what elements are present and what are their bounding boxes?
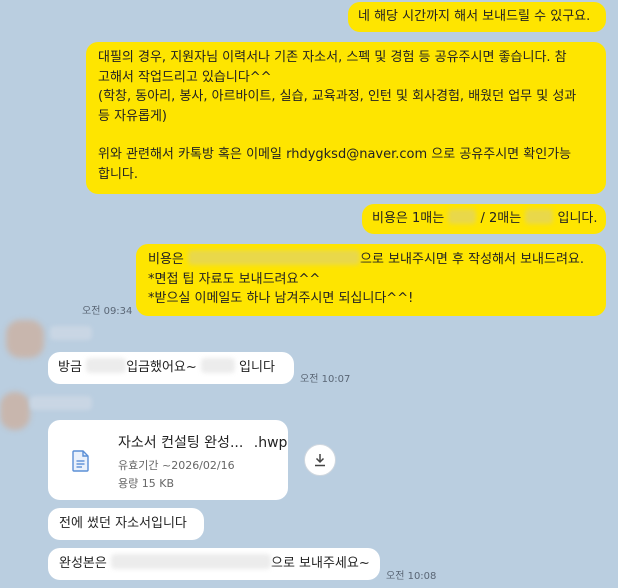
message-text: 전에 썼던 자소서입니다 [59, 516, 187, 531]
message-text: *받으실 이메일도 하나 남겨주시면 되십니다^^! [148, 291, 414, 306]
avatar[interactable] [0, 392, 30, 430]
redacted-email [110, 554, 271, 569]
download-icon [313, 453, 327, 467]
file-extension: .hwp [253, 435, 288, 451]
message-text: 입니다 [239, 360, 275, 375]
message-text: 으로 보내주시면 후 작성해서 보내드려요. [360, 252, 585, 267]
sender-name [30, 396, 92, 410]
message-text: 비용은 [148, 252, 184, 267]
download-button[interactable] [304, 444, 336, 476]
message-text: 고해서 작업드리고 있습니다^^ [98, 69, 272, 85]
file-expiry: 유효기간 ~2026/02/16 [118, 459, 235, 472]
my-message-bubble[interactable]: 비용은 1매는 / 2매는 입니다. [362, 204, 606, 234]
message-text: 등 자유롭게) [98, 108, 168, 124]
message-text: 방금 [58, 360, 82, 375]
file-name: 자소서 컨설팅 완성... [118, 435, 244, 451]
my-message-bubble[interactable]: 대필의 경우, 지원자님 이력서나 기존 자소서, 스펙 및 경험 등 공유주시… [86, 42, 606, 194]
message-text: 입니다. [557, 211, 598, 226]
redacted-amount [448, 209, 477, 224]
message-text: 입금했어요~ [126, 360, 197, 375]
message-text: 으로 보내주세요~ [270, 556, 370, 571]
message-text: *면접 팁 자료도 보내드려요^^ [148, 271, 321, 287]
message-text: (학창, 동아리, 봉사, 아르바이트, 실습, 교육과정, 인턴 및 회사경험… [98, 89, 577, 104]
message-text: / 2매는 [480, 211, 522, 226]
document-icon [72, 450, 90, 472]
other-message-bubble[interactable]: 방금 입금했어요~ 입니다 [48, 352, 294, 384]
message-text: 완성본은 [59, 556, 107, 571]
file-attachment-card[interactable]: 자소서 컨설팅 완성... .hwp 유효기간 ~2026/02/16 용량 1… [48, 420, 288, 500]
message-text: 네 해당 시간까지 해서 보내드릴 수 있구요. [358, 9, 591, 24]
other-message-bubble[interactable]: 완성본은 으로 보내주세요~ [48, 548, 380, 580]
message-text: 위와 관련해서 카톡방 혹은 이메일 rhdygksd@naver.com 으로… [98, 147, 572, 162]
sender-name [50, 326, 92, 340]
other-message-bubble[interactable]: 전에 썼던 자소서입니다 [48, 508, 204, 540]
redacted-amount [525, 209, 554, 224]
redacted-account [188, 250, 361, 265]
message-text: 대필의 경우, 지원자님 이력서나 기존 자소서, 스펙 및 경험 등 공유주시… [98, 50, 567, 65]
my-message-bubble[interactable]: 네 해당 시간까지 해서 보내드릴 수 있구요. [348, 2, 606, 32]
my-message-bubble[interactable]: 비용은 으로 보내주시면 후 작성해서 보내드려요. *면접 팁 자료도 보내드… [136, 244, 606, 316]
avatar[interactable] [6, 320, 44, 358]
message-timestamp: 오전 09:34 [82, 306, 133, 317]
message-timestamp: 오전 10:08 [386, 571, 437, 582]
redacted-email [200, 358, 235, 373]
message-timestamp: 오전 10:07 [300, 374, 351, 385]
file-size: 용량 15 KB [118, 477, 174, 490]
message-text: 합니다. [98, 166, 139, 182]
redacted-name [86, 358, 127, 373]
message-text: 비용은 1매는 [372, 211, 445, 226]
